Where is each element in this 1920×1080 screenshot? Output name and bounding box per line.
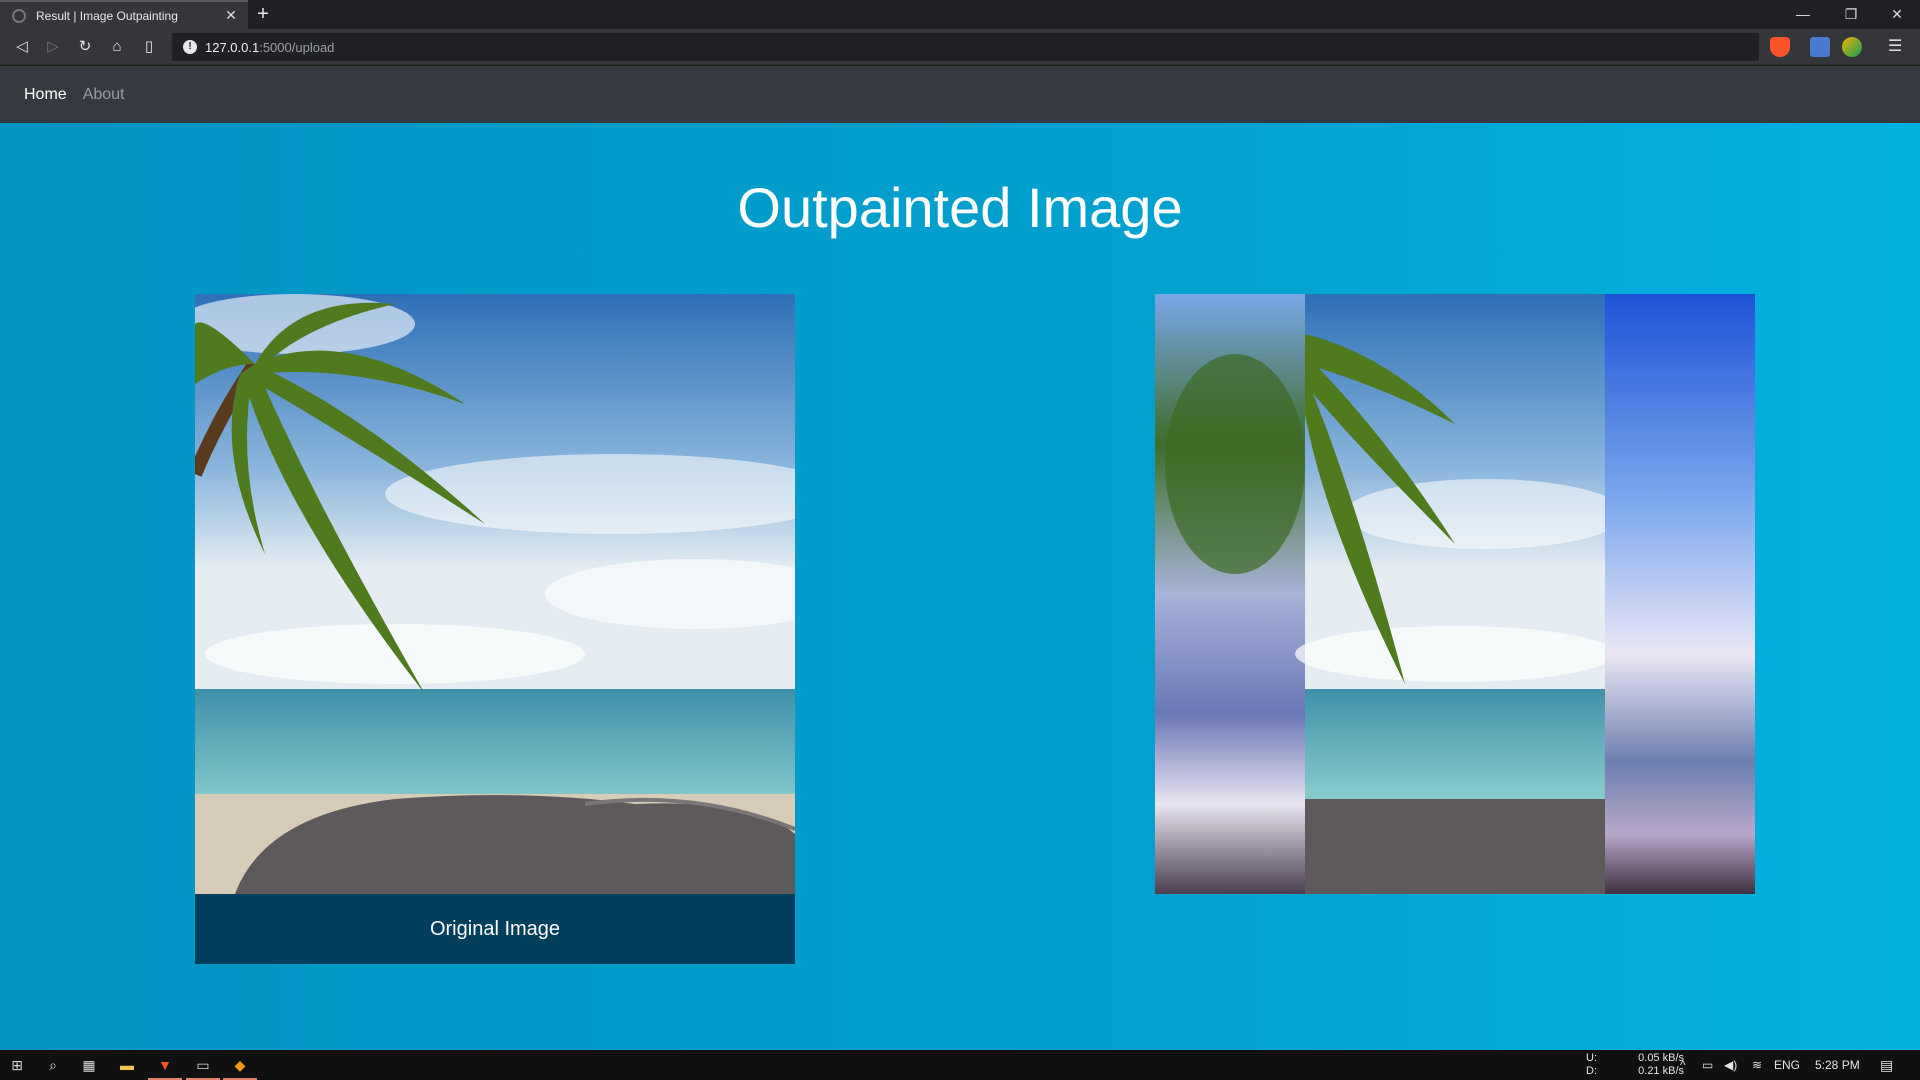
windows-start-icon[interactable]: ⊞ (7, 1055, 27, 1075)
original-image-caption: Original Image (195, 894, 795, 964)
net-up-speed: 0.05 kB/s (1638, 1052, 1684, 1064)
home-icon[interactable]: ⌂ (105, 35, 129, 59)
terminal-icon[interactable]: ▭ (193, 1055, 213, 1075)
close-window-icon[interactable]: ✕ (1874, 0, 1920, 29)
browser-tab[interactable]: Result | Image Outpainting ✕ (0, 0, 248, 29)
outpainted-beach-scene (1155, 294, 1755, 894)
sublime-text-icon[interactable]: ◆ (230, 1055, 250, 1075)
globe-icon (12, 8, 26, 23)
nav-about-link[interactable]: About (83, 86, 125, 104)
language-indicator[interactable]: ENG (1774, 1050, 1800, 1080)
back-icon[interactable]: ◁ (10, 35, 34, 59)
brave-shield-icon[interactable] (1770, 37, 1790, 57)
site-navbar: Home About (0, 66, 1920, 123)
bookmark-icon[interactable]: ▯ (137, 35, 161, 59)
browser-menu-icon[interactable]: ☰ (1888, 36, 1902, 56)
tab-title: Result | Image Outpainting (36, 8, 178, 23)
volume-icon[interactable]: ◀) (1724, 1050, 1737, 1080)
reload-icon[interactable]: ↻ (73, 35, 97, 59)
browser-toolbar: ◁ ▷ ↻ ⌂ ▯ ! 127.0.0.1 :5000/upload ☰ (0, 29, 1920, 65)
url-host: 127.0.0.1 (205, 39, 260, 55)
page-title: Outpainted Image (737, 176, 1183, 239)
translate-extension-icon[interactable] (1810, 37, 1830, 57)
url-path: :5000/upload (259, 39, 335, 55)
net-labels: U: D: (1586, 1050, 1597, 1080)
brave-browser-icon[interactable]: ▼ (155, 1055, 175, 1075)
browser-tab-bar: Result | Image Outpainting ✕ + — ❐ ✕ (0, 0, 1920, 29)
extension-icon[interactable] (1842, 37, 1862, 57)
tray-chevron-icon[interactable]: ^ (1680, 1050, 1686, 1080)
page-content: Outpainted Image Original Image (0, 123, 1920, 1050)
nav-home-link[interactable]: Home (24, 86, 67, 104)
net-speed: 0.05 kB/s 0.21 kB/s (1626, 1050, 1684, 1080)
info-icon[interactable]: ! (183, 40, 197, 54)
restore-icon[interactable]: ❐ (1828, 0, 1874, 29)
battery-icon[interactable]: ▭ (1702, 1050, 1713, 1080)
close-tab-icon[interactable]: ✕ (220, 7, 242, 24)
task-view-icon[interactable]: ▦ (79, 1055, 99, 1075)
notification-icon[interactable]: ▤ (1880, 1050, 1893, 1080)
wifi-icon[interactable]: ≋ (1752, 1050, 1762, 1080)
original-image-card: Original Image (195, 294, 795, 964)
clock[interactable]: 5:28 PM (1815, 1050, 1860, 1080)
address-bar[interactable]: ! 127.0.0.1 :5000/upload (172, 33, 1759, 61)
outpainted-image (1155, 294, 1755, 894)
windows-taskbar: ⊞ ⌕ ▦ ▬ ▼ ▭ ◆ U: D: 0.05 kB/s 0.21 kB/s … (0, 1050, 1920, 1080)
net-down-speed: 0.21 kB/s (1638, 1065, 1684, 1077)
search-icon[interactable]: ⌕ (43, 1055, 63, 1075)
file-explorer-icon[interactable]: ▬ (117, 1055, 137, 1075)
outpainted-image-card (1155, 294, 1755, 894)
forward-icon[interactable]: ▷ (41, 35, 65, 59)
minimize-icon[interactable]: — (1780, 0, 1826, 29)
net-up-label: U: (1586, 1052, 1597, 1064)
net-down-label: D: (1586, 1065, 1597, 1077)
original-image (195, 294, 795, 894)
beach-scene (195, 294, 795, 894)
new-tab-icon[interactable]: + (252, 3, 274, 25)
